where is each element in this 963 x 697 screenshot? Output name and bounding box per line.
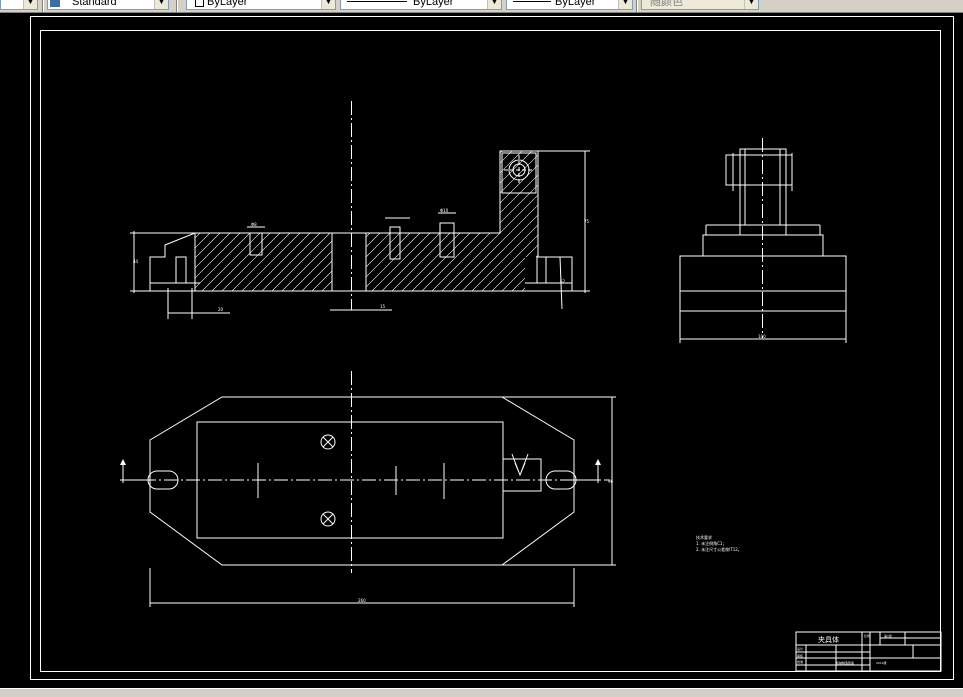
plot-style-value: 随颜色 <box>650 0 683 8</box>
title-sheet-label: 第1张 <box>884 633 892 638</box>
dim-top-hole2: Φ10 <box>440 208 449 213</box>
color-swatch-icon <box>195 0 204 7</box>
color-value: ByLayer <box>207 0 248 8</box>
title-designer-row: 设计 <box>797 646 803 651</box>
dim-bottom-small: 20 <box>218 307 224 312</box>
lineweight-preview-icon <box>513 1 551 2</box>
title-checker-row: 审核 <box>797 653 803 658</box>
title-school: 机械制造装备 <box>836 660 854 665</box>
plan-view <box>120 371 616 607</box>
dim-bottom-mid: 15 <box>380 304 386 309</box>
plot-style-dropdown: 随颜色 ▼ <box>641 0 759 10</box>
arrowheads <box>120 459 601 465</box>
section-hatching <box>195 151 538 291</box>
dim-side-width: 100 <box>758 334 766 339</box>
properties-toolbar: ▼ Standard ▼ ByLayer ▼ ByLayer ▼ ByLayer… <box>0 0 963 13</box>
chevron-down-icon[interactable]: ▼ <box>618 0 632 9</box>
toolbar-separator <box>42 0 44 12</box>
linetype-dropdown[interactable]: ByLayer ▼ <box>340 0 502 10</box>
linetype-preview-icon <box>347 1 407 2</box>
toolbar-separator <box>636 0 638 12</box>
side-view <box>679 138 847 343</box>
chevron-down-icon[interactable]: ▼ <box>487 0 501 9</box>
lineweight-dropdown[interactable]: ByLayer ▼ <box>506 0 633 10</box>
title-scale-label: 比例 <box>864 633 870 638</box>
chevron-down-icon[interactable]: ▼ <box>321 0 335 9</box>
tech-notes-line1: 1. 未注倒角C1； <box>696 540 726 546</box>
dim-height-left: 44 <box>133 259 139 264</box>
dim-plan-width: 260 <box>358 598 366 603</box>
color-dropdown[interactable]: ByLayer ▼ <box>186 0 336 10</box>
text-style-dropdown[interactable]: Standard ▼ <box>47 0 169 10</box>
dim-plan-height: 96 <box>608 479 614 484</box>
drawing-canvas[interactable]: 44 75 62 20 15 Φ8 Φ10 100 260 96 技术要求 1.… <box>0 13 963 688</box>
chevron-down-icon[interactable]: ▼ <box>23 0 37 9</box>
outer-frame <box>30 16 954 680</box>
lineweight-value: ByLayer <box>555 0 596 8</box>
front-view <box>130 101 590 319</box>
cad-drawing: 44 75 62 20 15 Φ8 Φ10 100 260 96 技术要求 1.… <box>30 16 954 680</box>
dim-height-mid: 62 <box>560 279 566 284</box>
inner-frame <box>40 30 941 672</box>
chevron-down-icon: ▼ <box>744 0 758 9</box>
text-style-value: Standard <box>72 0 117 8</box>
text-style-icon <box>50 0 60 7</box>
tech-notes-line2: 2. 未注尺寸公差按IT12。 <box>696 546 742 552</box>
chevron-down-icon[interactable]: ▼ <box>154 0 168 9</box>
title-part-name: 夹具体 <box>818 635 839 644</box>
title-approve-row: 批准 <box>797 659 803 664</box>
toolbar-separator <box>176 0 178 12</box>
linetype-value: ByLayer <box>413 0 454 8</box>
title-class-code: 2012级 <box>876 660 887 665</box>
dim-top-hole: Φ8 <box>251 222 257 227</box>
text-style-prev-dropdown[interactable]: ▼ <box>0 0 38 10</box>
dim-height-right: 75 <box>584 219 590 224</box>
tech-notes-heading: 技术要求 <box>696 534 712 540</box>
